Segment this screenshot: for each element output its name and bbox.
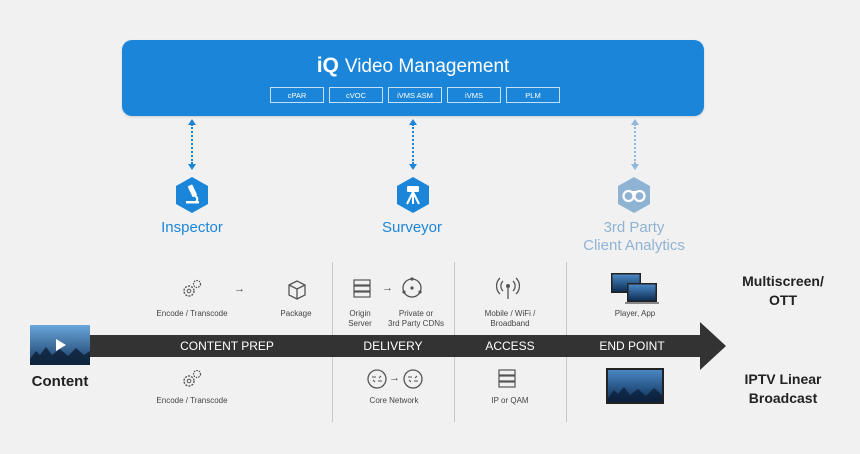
management-title: iQ Video Management (122, 54, 704, 78)
stage-access: ACCESS (485, 339, 535, 353)
encode-transcode-label-top: Encode / Transcode (156, 309, 228, 318)
connector-arrow-down-surveyor (409, 164, 417, 170)
ip-or-qam-label: IP or QAM (491, 396, 529, 405)
gears-icon (183, 369, 202, 387)
content-video-thumbnail (30, 325, 90, 365)
pipeline-arrow-head (700, 322, 726, 370)
gears-icon (183, 279, 202, 297)
content-label: Content (31, 373, 89, 390)
cdn-line1: Private or (398, 309, 434, 318)
origin-server-label: Origin Server (337, 309, 383, 329)
connector-surveyor (412, 124, 414, 164)
server-icon (498, 369, 516, 388)
encode-transcode-label-bottom: Encode / Transcode (156, 396, 228, 405)
iq-logo: iQ (316, 54, 339, 77)
network-arrow-icon: → (389, 372, 400, 384)
connector-arrow-down-third-party (631, 164, 639, 170)
package-box-icon (288, 280, 306, 300)
connector-arrow-down-inspector (188, 164, 196, 170)
origin-server-line2: Server (348, 319, 372, 328)
tv-screen-icon (606, 368, 664, 404)
cdn-line2: 3rd Party CDNs (387, 319, 444, 328)
iptv-linear-broadcast-label: IPTV Linear Broadcast (724, 370, 842, 408)
process-arrow-icon: → (234, 283, 245, 295)
connector-inspector (191, 124, 193, 164)
delivery-arrow-icon: → (382, 282, 393, 294)
origin-server-line1: Origin (349, 309, 371, 318)
module-ivms: iVMS (447, 87, 501, 103)
access-top-label: Mobile / WiFi / Broadband (470, 309, 550, 329)
third-party-label-line1: 3rd Party (603, 219, 665, 236)
third-party-label: 3rd Party Client Analytics (564, 219, 704, 255)
iptv-line2: Broadcast (748, 390, 818, 406)
cdn-label: Private or 3rd Party CDNs (382, 309, 450, 329)
module-cvoc: cVOC (329, 87, 383, 103)
package-label: Package (280, 309, 312, 318)
ott-line2: OTT (769, 292, 797, 308)
module-cpar: cPAR (270, 87, 324, 103)
surveyor-label: Surveyor (381, 219, 443, 236)
stage-content-prep: CONTENT PREP (180, 339, 274, 353)
stage-delivery: DELIVERY (363, 339, 423, 353)
third-party-label-line2: Client Analytics (583, 237, 685, 254)
video-management-box: iQ Video Management cPAR cVOC iVMS ASM iV… (122, 40, 704, 116)
management-title-text: Video Management (344, 56, 510, 77)
module-ivms-asm: iVMS ASM (388, 87, 442, 103)
wireless-antenna-icon (496, 277, 520, 299)
connector-third-party (634, 124, 636, 164)
module-plm: PLM (506, 87, 560, 103)
access-top-line2: Broadband (490, 319, 530, 328)
multiscreen-devices-icon (611, 273, 659, 304)
access-top-line1: Mobile / WiFi / (484, 309, 536, 318)
multiscreen-ott-label: Multiscreen/ OTT (728, 272, 838, 310)
router-icon (367, 369, 387, 389)
surveying-tripod-icon (397, 177, 429, 213)
server-icon (353, 279, 371, 298)
stage-end-point: END POINT (599, 339, 665, 353)
ott-line1: Multiscreen/ (742, 273, 824, 289)
inspector-label: Inspector (161, 219, 223, 236)
cdn-network-icon (402, 277, 422, 298)
router-icon (403, 369, 423, 389)
microscope-icon (176, 177, 208, 213)
player-app-label: Player, App (614, 309, 656, 318)
binoculars-icon (618, 177, 650, 213)
core-network-label: Core Network (369, 396, 419, 405)
iptv-line1: IPTV Linear (744, 371, 822, 387)
